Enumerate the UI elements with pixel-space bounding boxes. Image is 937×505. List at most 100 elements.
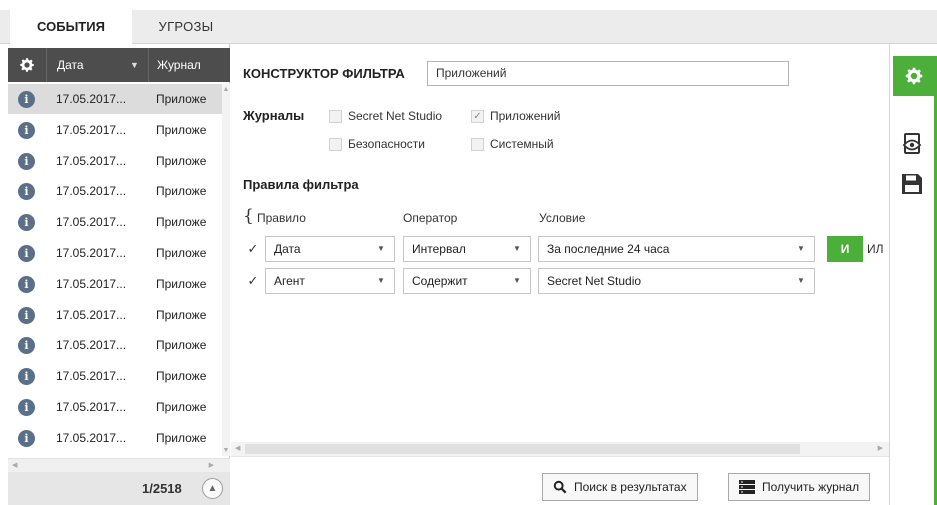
filter-horizontal-scrollbar[interactable]: ◀ ▶: [231, 442, 889, 456]
gear-icon: [905, 67, 923, 85]
table-row[interactable]: i 17.05.2017... Приложе: [8, 146, 222, 177]
rule-1-checkbox[interactable]: ✓: [245, 241, 261, 257]
journal-security-label: Безопасности: [348, 137, 425, 151]
search-in-results-label: Поиск в результатах: [574, 480, 687, 494]
get-journal-label: Получить журнал: [762, 480, 860, 494]
scroll-right-icon[interactable]: ▶: [878, 442, 883, 456]
table-row[interactable]: i 17.05.2017... Приложе: [8, 238, 222, 269]
row-date: 17.05.2017...: [56, 184, 127, 199]
row-journal: Приложе: [156, 369, 207, 384]
journal-secret-net-checkbox[interactable]: Secret Net Studio: [329, 109, 442, 123]
info-icon: i: [18, 152, 35, 170]
events-vertical-scrollbar[interactable]: ▲ ▼: [222, 84, 230, 456]
row-date: 17.05.2017...: [56, 153, 127, 168]
column-journal[interactable]: Журнал: [148, 48, 230, 82]
events-footer: 1/2518 ▲: [8, 472, 230, 505]
table-row[interactable]: i 17.05.2017... Приложе: [8, 392, 222, 423]
info-icon: i: [18, 121, 35, 139]
rule-1-field-value: Дата: [274, 242, 301, 256]
journals-label: Журналы: [243, 108, 305, 123]
journal-system-checkbox[interactable]: Системный: [471, 137, 554, 151]
scrollbar-thumb[interactable]: [245, 444, 800, 454]
document-eye-icon: [902, 133, 922, 154]
chevron-up-icon: ▲: [207, 483, 218, 494]
checkbox-icon[interactable]: [329, 109, 342, 123]
or-button[interactable]: ИЛ: [863, 236, 887, 262]
and-button[interactable]: И: [827, 236, 863, 262]
row-date: 17.05.2017...: [56, 92, 127, 106]
checkbox-icon[interactable]: [471, 137, 484, 151]
sort-down-icon[interactable]: ▼: [130, 48, 139, 82]
info-icon: i: [18, 306, 35, 324]
scroll-right-icon[interactable]: ▶: [209, 459, 214, 473]
row-date: 17.05.2017...: [56, 399, 127, 414]
page-counter: 1/2518: [142, 481, 182, 496]
info-icon: i: [18, 244, 35, 262]
gear-icon: [20, 58, 34, 72]
rule-2-field-dropdown[interactable]: Агент ▼: [265, 268, 395, 294]
table-row[interactable]: i 17.05.2017... Приложе: [8, 361, 222, 392]
filter-name-input[interactable]: Приложений: [427, 61, 789, 86]
rule-1-field-dropdown[interactable]: Дата ▼: [265, 236, 395, 262]
rule-1-condition-dropdown[interactable]: За последние 24 часа ▼: [538, 236, 815, 262]
scroll-left-icon[interactable]: ◀: [235, 442, 240, 456]
row-journal: Приложе: [156, 153, 207, 168]
events-horizontal-scrollbar[interactable]: ◀ ▶: [8, 458, 230, 472]
rule-2-condition-dropdown[interactable]: Secret Net Studio ▼: [538, 268, 815, 294]
rule-2-condition-value: Secret Net Studio: [547, 274, 642, 288]
condition-column-header: Условие: [539, 211, 586, 225]
journal-applications-checkbox[interactable]: ✓ Приложений: [471, 109, 560, 123]
checkbox-icon[interactable]: ✓: [471, 109, 484, 123]
rule-2-operator-dropdown[interactable]: Содержит ▼: [403, 268, 531, 294]
scroll-top-button[interactable]: ▲: [202, 478, 223, 499]
row-journal: Приложе: [156, 184, 207, 199]
row-journal: Приложе: [156, 245, 207, 260]
row-date: 17.05.2017...: [56, 245, 127, 260]
checkbox-icon[interactable]: [329, 137, 342, 151]
filter-settings-button[interactable]: [893, 56, 935, 96]
right-toolbar: [889, 44, 937, 505]
scroll-up-icon[interactable]: ▲: [222, 86, 230, 93]
rule-2-checkbox[interactable]: ✓: [245, 273, 261, 289]
row-journal: Приложе: [156, 399, 207, 414]
scroll-down-icon[interactable]: ▼: [222, 447, 230, 454]
tab-events[interactable]: СОБЫТИЯ: [10, 10, 132, 44]
filter-footer: Поиск в результатах Получить журнал: [231, 456, 889, 505]
info-icon: i: [18, 368, 35, 386]
events-panel: Дата ▼ Журнал i 17.05.2017... Приложе i 17.0…: [8, 44, 230, 505]
tab-threats[interactable]: УГРОЗЫ: [142, 10, 230, 44]
group-brace-icon[interactable]: {: [243, 206, 254, 226]
table-row[interactable]: i 17.05.2017... Приложе: [8, 207, 222, 238]
row-date: 17.05.2017...: [56, 369, 127, 384]
table-row[interactable]: i 17.05.2017... Приложе: [8, 423, 222, 454]
row-journal: Приложе: [156, 215, 207, 230]
row-journal: Приложе: [156, 92, 207, 106]
table-row[interactable]: i 17.05.2017... Приложе: [8, 115, 222, 146]
row-date: 17.05.2017...: [56, 338, 127, 353]
view-filter-button[interactable]: [900, 132, 924, 156]
table-row[interactable]: i 17.05.2017... Приложе: [8, 269, 222, 300]
rule-1-operator-dropdown[interactable]: Интервал ▼: [403, 236, 531, 262]
rule-1-condition-value: За последние 24 часа: [547, 242, 670, 256]
get-journal-button[interactable]: Получить журнал: [728, 473, 871, 501]
top-strip: [0, 0, 937, 10]
row-date: 17.05.2017...: [56, 430, 127, 445]
search-in-results-button[interactable]: Поиск в результатах: [542, 473, 698, 501]
dropdown-arrow-icon: ▼: [513, 276, 521, 285]
table-row[interactable]: i 17.05.2017... Приложе: [8, 84, 222, 115]
app-window: СОБЫТИЯ УГРОЗЫ Дата ▼ Журнал i 17.05.2017…: [0, 0, 937, 505]
tab-bar: СОБЫТИЯ УГРОЗЫ: [0, 10, 937, 44]
journal-security-checkbox[interactable]: Безопасности: [329, 137, 425, 151]
scroll-left-icon[interactable]: ◀: [12, 459, 17, 473]
journal-secret-net-label: Secret Net Studio: [348, 109, 443, 123]
search-icon: [553, 480, 567, 494]
events-list: i 17.05.2017... Приложе i 17.05.2017... Прило…: [8, 84, 222, 454]
save-filter-button[interactable]: [900, 172, 924, 196]
table-row[interactable]: i 17.05.2017... Приложе: [8, 330, 222, 362]
table-row[interactable]: i 17.05.2017... Приложе: [8, 300, 222, 331]
dropdown-arrow-icon: ▼: [797, 276, 805, 285]
row-date: 17.05.2017...: [56, 276, 127, 291]
row-date: 17.05.2017...: [56, 307, 127, 322]
table-row[interactable]: i 17.05.2017... Приложе: [8, 176, 222, 208]
columns-settings-button[interactable]: [8, 48, 46, 82]
